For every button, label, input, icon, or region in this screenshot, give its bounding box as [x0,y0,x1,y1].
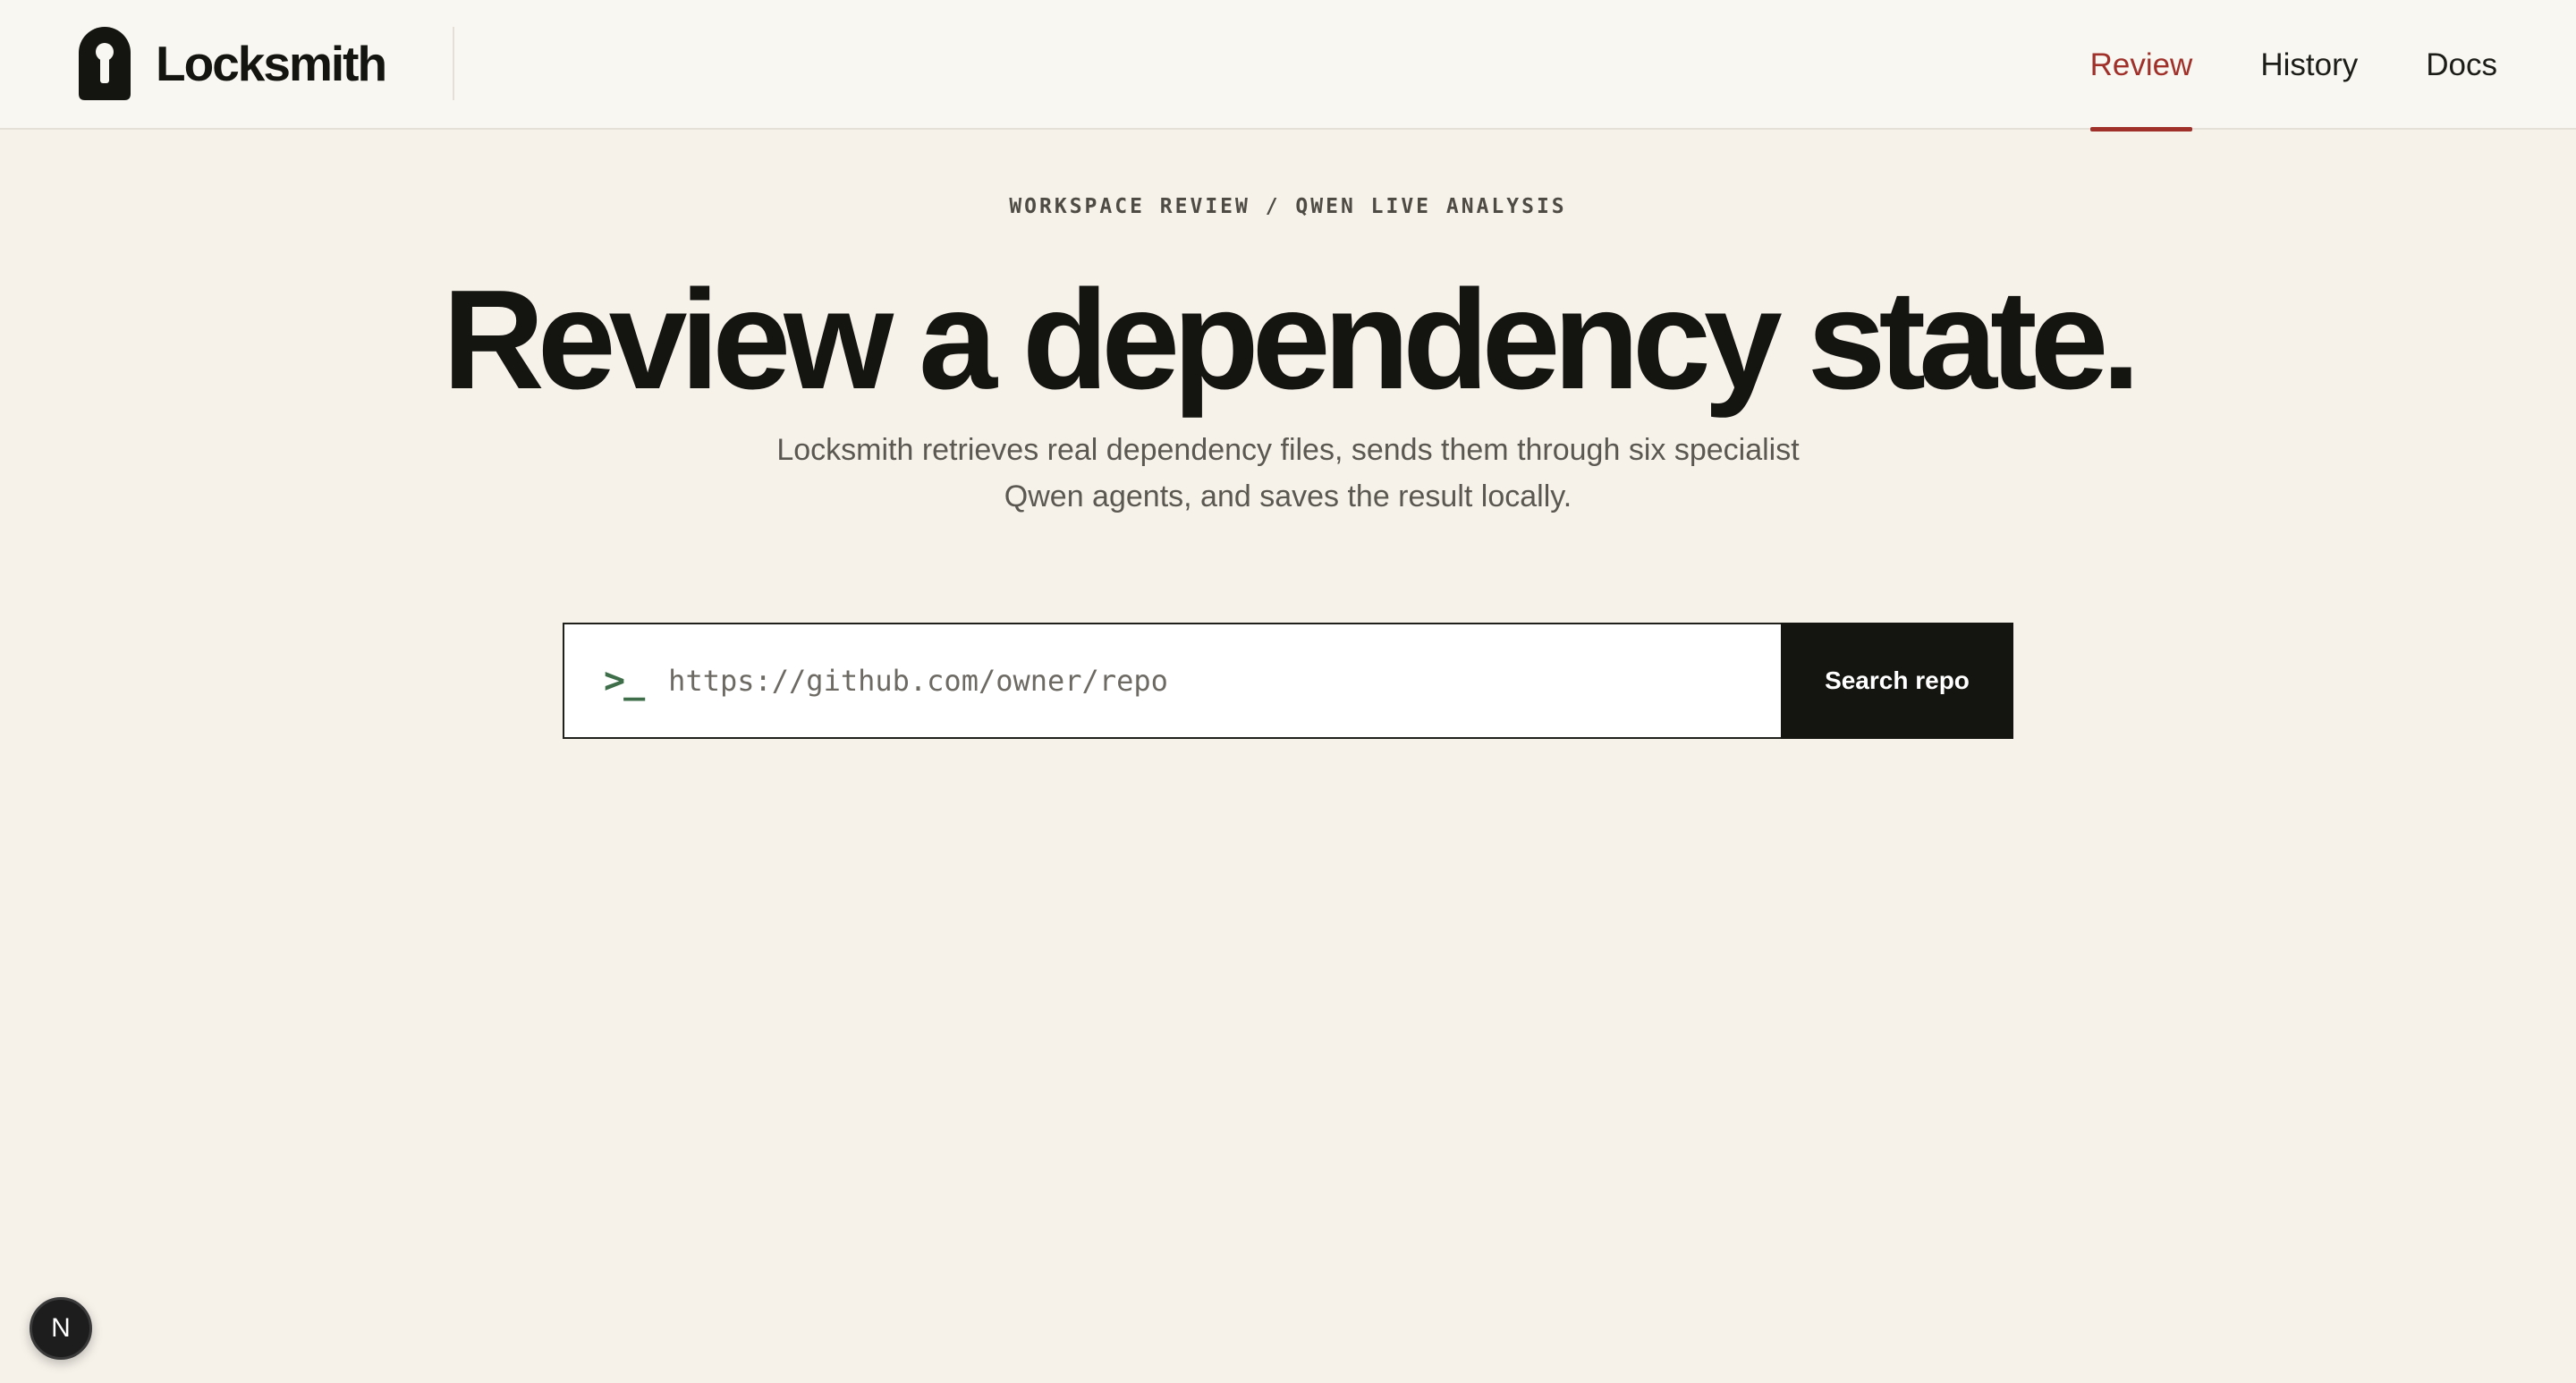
search-field-container[interactable]: >_ [563,623,1781,739]
page-subtitle: Locksmith retrieves real dependency file… [751,427,1825,520]
nav-review[interactable]: Review [2089,0,2192,132]
brand-name: Locksmith [156,36,387,91]
subtitle-line-2: Qwen agents, and saves the result locall… [1004,479,1572,513]
dev-badge-label: N [51,1313,71,1343]
terminal-prompt-icon: >_ [604,660,645,701]
nav-history[interactable]: History [2260,0,2358,130]
main-nav: Review History Docs [2089,0,2497,132]
nav-docs[interactable]: Docs [2426,0,2497,130]
repo-url-input[interactable] [666,624,1781,738]
page-title: Review a dependency state. [442,261,2141,419]
brand-logo-link[interactable]: Locksmith [79,27,387,100]
search-repo-button[interactable]: Search repo [1781,623,2013,739]
keyhole-icon [79,27,131,100]
top-header: Locksmith Review History Docs [0,0,2576,132]
subtitle-line-1: Locksmith retrieves real dependency file… [776,433,1800,467]
header-divider [453,27,454,100]
eyebrow-label: WORKSPACE REVIEW / QWEN LIVE ANALYSIS [1009,195,1567,218]
dev-tools-badge[interactable]: N [30,1297,92,1360]
repo-search-form: >_ Search repo [563,623,2013,739]
